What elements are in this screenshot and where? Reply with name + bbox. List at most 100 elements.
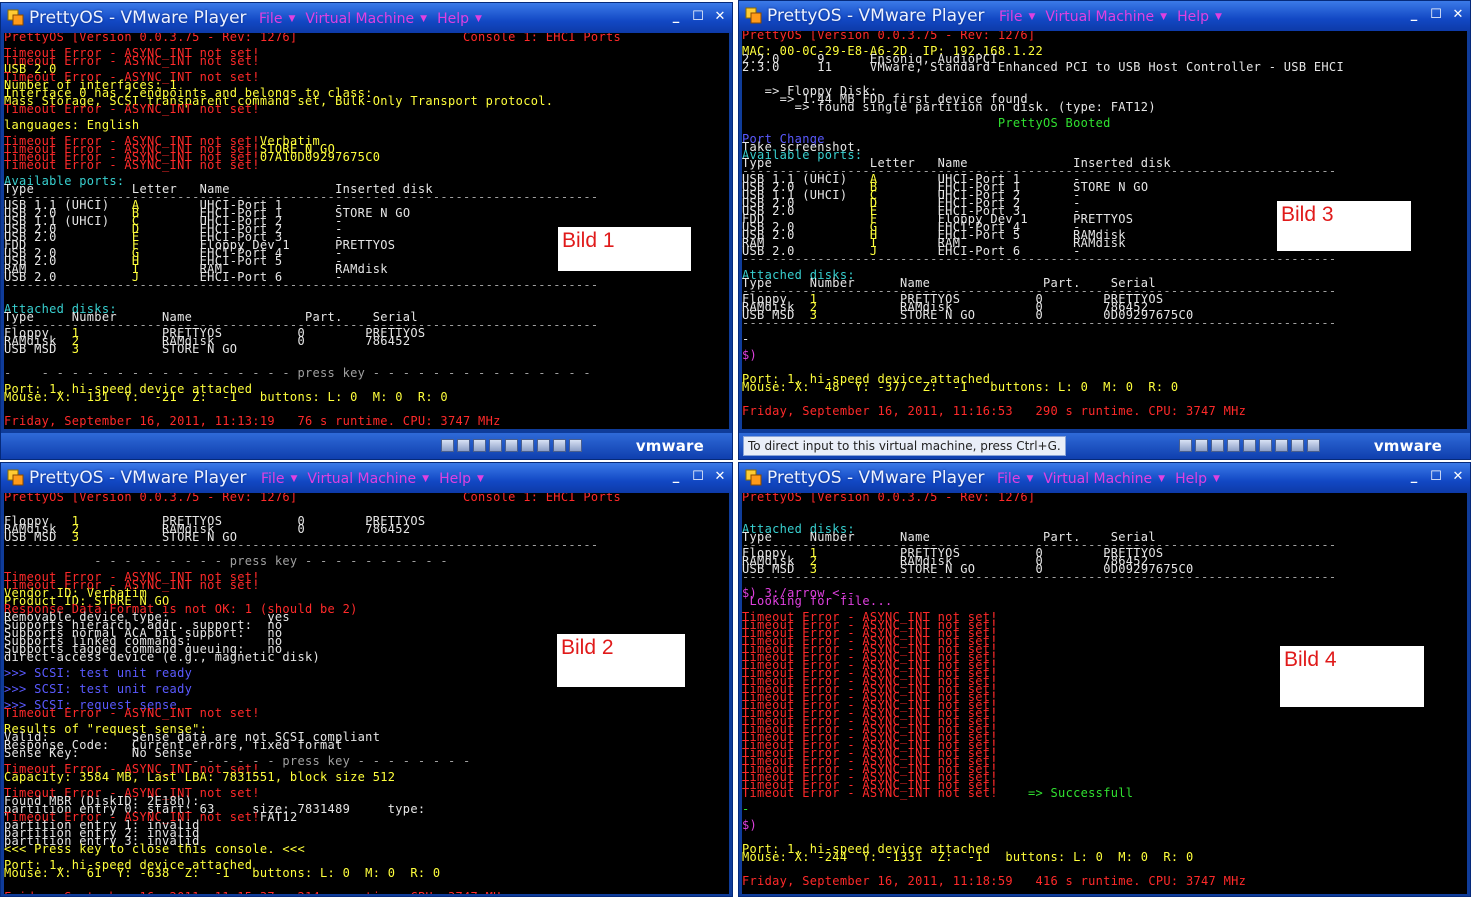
window-title: PrettyOS - VMware Player <box>767 6 985 26</box>
console-line: Timeout Error - ASYNC_INT not set! => Su… <box>742 787 1467 799</box>
guest-console[interactable]: PrettyOS [Version 0.0.3.75 - Rev: 1276] … <box>4 493 729 894</box>
minimize-button[interactable]: _ <box>668 469 684 485</box>
printer-icon[interactable] <box>1243 439 1256 452</box>
display-icon[interactable] <box>553 439 566 452</box>
maximize-button[interactable]: ☐ <box>690 9 706 25</box>
maximize-button[interactable]: ☐ <box>1428 7 1444 23</box>
vmware-logo-icon <box>745 469 763 487</box>
network-icon[interactable] <box>1211 439 1224 452</box>
hdd-icon[interactable] <box>1179 439 1192 452</box>
menu-file[interactable]: File ▼ <box>261 471 297 487</box>
menu-label: Help <box>1177 9 1210 25</box>
status-hint: To direct input to this virtual machine,… <box>743 436 1066 456</box>
menu-virtual-machine[interactable]: Virtual Machine ▼ <box>1045 9 1167 25</box>
close-button[interactable]: ✕ <box>1450 469 1466 485</box>
minimize-button[interactable]: _ <box>1406 469 1422 485</box>
device-icons <box>441 439 582 452</box>
title-bar: PrettyOS - VMware Player File ▼ Virtual Mac… <box>739 463 1470 493</box>
console-line: ----------------------------------------… <box>4 279 729 291</box>
console-line: - - - - - - - - - press key - - - - - - … <box>4 555 729 567</box>
console-line: ----------------------------------------… <box>742 571 1467 583</box>
console-line: - <box>742 333 1467 345</box>
menu-label: File <box>259 11 283 27</box>
cdrom-icon[interactable] <box>1275 439 1288 452</box>
console-line: Looking for file... <box>742 595 1467 607</box>
window-controls: _ ☐ ✕ <box>1406 469 1466 485</box>
console-text: Friday, September 16, 2011, 11:13:19 76 … <box>4 414 501 428</box>
window-title: PrettyOS - VMware Player <box>29 8 247 28</box>
close-button[interactable]: ✕ <box>712 469 728 485</box>
chevron-down-icon: ▼ <box>420 14 428 24</box>
menu-file[interactable]: File ▼ <box>997 471 1033 487</box>
console-line: PrettyOS [Version 0.0.3.75 - Rev: 1276] <box>742 31 1467 41</box>
settings-icon[interactable] <box>569 439 582 452</box>
menu-file[interactable]: File ▼ <box>999 9 1035 25</box>
menu-label: Virtual Machine <box>1043 471 1153 487</box>
maximize-button[interactable]: ☐ <box>690 469 706 485</box>
console-line: $) <box>742 349 1467 361</box>
menu-help[interactable]: Help ▼ <box>439 471 484 487</box>
console-line: ----------------------------------------… <box>742 253 1467 265</box>
menu-virtual-machine[interactable]: Virtual Machine ▼ <box>305 11 427 27</box>
chevron-down-icon: ▼ <box>477 474 484 484</box>
minimize-button[interactable]: _ <box>1406 7 1422 23</box>
chevron-down-icon: ▼ <box>1160 12 1168 22</box>
sound-icon[interactable] <box>1259 439 1272 452</box>
menu-label: Help <box>439 471 472 487</box>
usb-icon[interactable] <box>1227 439 1240 452</box>
close-button[interactable]: ✕ <box>1450 7 1466 23</box>
menu-virtual-machine[interactable]: Virtual Machine ▼ <box>1043 471 1165 487</box>
menu-label: Virtual Machine <box>307 471 417 487</box>
menu-help[interactable]: Help ▼ <box>437 11 482 27</box>
network-icon[interactable] <box>473 439 486 452</box>
menu-label: Help <box>437 11 470 27</box>
floppy-icon[interactable] <box>457 439 470 452</box>
bild-label: Bild 4 <box>1280 646 1424 707</box>
vm-window-w1: PrettyOS - VMware Player File ▼ Virtual Mac… <box>0 2 733 460</box>
menu-help[interactable]: Help ▼ <box>1177 9 1222 25</box>
maximize-button[interactable]: ☐ <box>1428 469 1444 485</box>
bild-label: Bild 1 <box>558 227 691 271</box>
console-line: => found single partition on disk. (type… <box>742 101 1467 113</box>
display-icon[interactable] <box>1291 439 1304 452</box>
chevron-down-icon: ▼ <box>1026 474 1034 484</box>
hdd-icon[interactable] <box>441 439 454 452</box>
menu-help[interactable]: Help ▼ <box>1175 471 1220 487</box>
title-bar: PrettyOS - VMware Player File ▼ Virtual Mac… <box>1 463 732 493</box>
printer-icon[interactable] <box>505 439 518 452</box>
usb-icon[interactable] <box>489 439 502 452</box>
console-text: Friday, September 16, 2011, 11:16:53 290… <box>742 404 1247 418</box>
vmware-brand: vmware <box>635 437 704 455</box>
console-text: Friday, September 16, 2011, 11:15:37 214… <box>4 890 508 894</box>
vm-window-w3: PrettyOS - VMware Player File ▼ Virtual Mac… <box>738 0 1471 460</box>
console-line: - - - - - - - - - - - - - - - - - - pres… <box>4 367 729 379</box>
minimize-button[interactable]: _ <box>668 9 684 25</box>
console-line: Friday, September 16, 2011, 11:15:37 214… <box>4 890 729 894</box>
console-line: languages: English <box>4 119 729 131</box>
sound-icon[interactable] <box>521 439 534 452</box>
window-title: PrettyOS - VMware Player <box>767 468 985 488</box>
settings-icon[interactable] <box>1307 439 1320 452</box>
console-line: Mouse: X: 48 Y: -377 Z: -1 buttons: L: 0… <box>742 381 1467 393</box>
menu-file[interactable]: File ▼ <box>259 11 295 27</box>
close-button[interactable]: ✕ <box>712 9 728 25</box>
vmware-logo-icon <box>7 9 25 27</box>
menu-virtual-machine[interactable]: Virtual Machine ▼ <box>307 471 429 487</box>
window-controls: _ ☐ ✕ <box>1406 7 1466 23</box>
console-text: Friday, September 16, 2011, 11:18:59 416… <box>742 874 1247 888</box>
title-bar: PrettyOS - VMware Player File ▼ Virtual Mac… <box>1 3 732 33</box>
cdrom-icon[interactable] <box>537 439 550 452</box>
console-line: USB MSD 3 STORE N GO <box>4 343 729 355</box>
chevron-down-icon: ▼ <box>475 14 482 24</box>
floppy-icon[interactable] <box>1195 439 1208 452</box>
